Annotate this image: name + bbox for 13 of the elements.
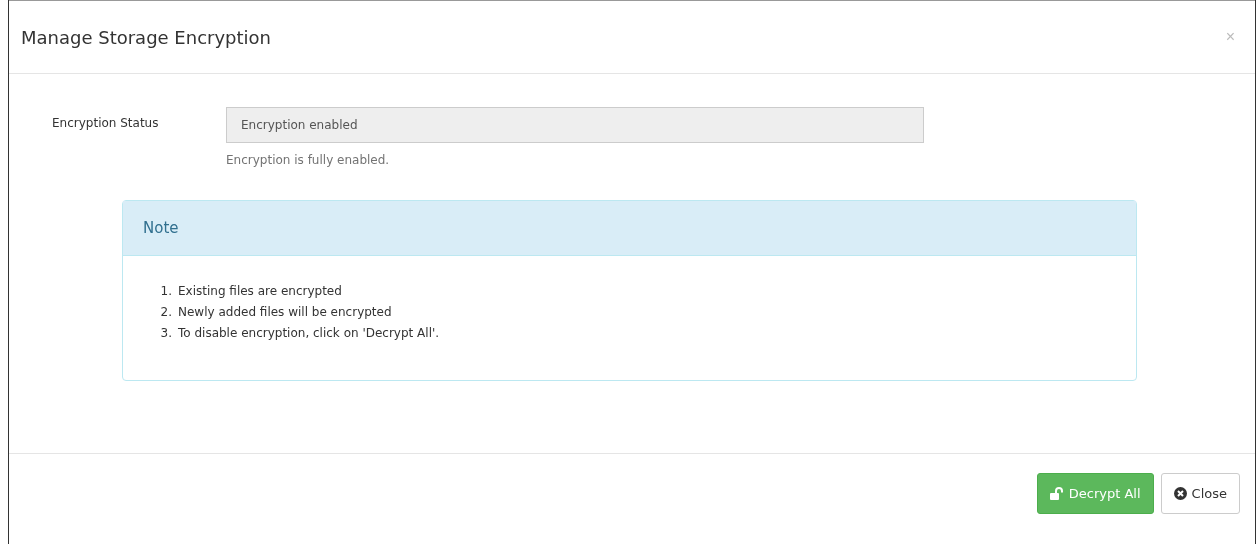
close-circle-icon xyxy=(1173,487,1187,500)
list-number: 3. xyxy=(159,325,172,342)
list-item: Newly added files will be encrypted xyxy=(178,304,392,321)
list-item: Existing files are encrypted xyxy=(178,283,342,300)
panel-title: Note xyxy=(143,219,179,237)
list-number: 1. xyxy=(159,283,172,300)
close-button[interactable]: Close xyxy=(1160,473,1240,514)
unlock-icon xyxy=(1049,487,1064,500)
list-number: 2. xyxy=(159,304,172,321)
dialog-title: Manage Storage Encryption xyxy=(21,26,271,48)
help-text: Encryption is fully enabled. xyxy=(226,153,391,167)
field-label: Encryption Status xyxy=(51,115,160,132)
list-item: To disable encryption, click on 'Decrypt All'. xyxy=(178,325,440,342)
